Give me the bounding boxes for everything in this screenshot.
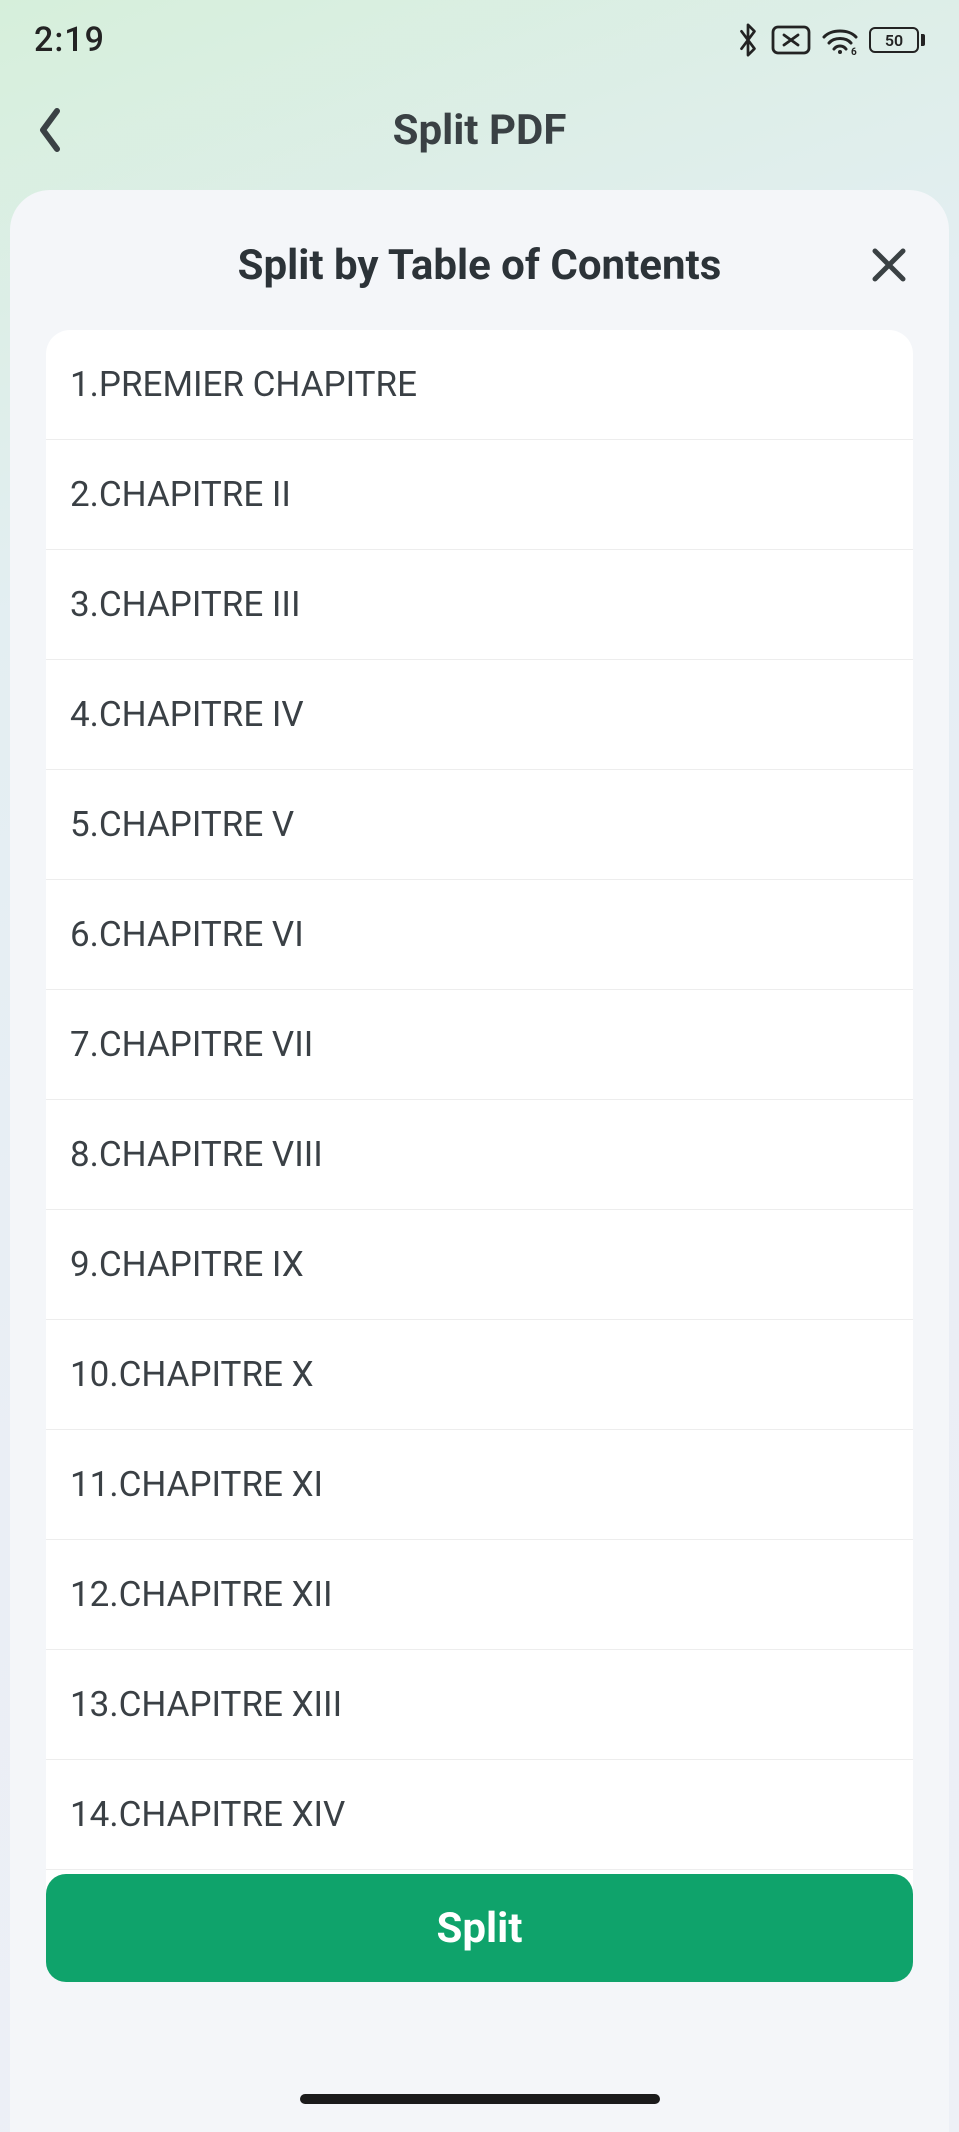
split-card: Split by Table of Contents 1.PREMIER CHA… bbox=[10, 190, 949, 2132]
card-title: Split by Table of Contents bbox=[238, 241, 722, 290]
battery-icon: 50 bbox=[869, 27, 925, 53]
toc-item[interactable]: 14.CHAPITRE XIV bbox=[46, 1760, 913, 1870]
status-icons: 6 50 bbox=[735, 22, 925, 58]
chevron-left-icon bbox=[35, 107, 65, 153]
toc-item[interactable]: 3.CHAPITRE III bbox=[46, 550, 913, 660]
bluetooth-icon bbox=[735, 22, 761, 58]
toc-item[interactable]: 12.CHAPITRE XII bbox=[46, 1540, 913, 1650]
toc-item[interactable]: 1.PREMIER CHAPITRE bbox=[46, 330, 913, 440]
status-bar: 2:19 6 50 bbox=[0, 0, 959, 80]
toc-item[interactable]: 9.CHAPITRE IX bbox=[46, 1210, 913, 1320]
status-time: 2:19 bbox=[34, 20, 105, 60]
screen-cast-icon bbox=[771, 25, 811, 55]
page-title: Split PDF bbox=[0, 106, 959, 155]
toc-item[interactable]: 8.CHAPITRE VIII bbox=[46, 1100, 913, 1210]
split-button[interactable]: Split bbox=[46, 1874, 913, 1982]
close-icon bbox=[869, 245, 909, 285]
toc-item[interactable]: 13.CHAPITRE XIII bbox=[46, 1650, 913, 1760]
close-button[interactable] bbox=[865, 241, 913, 289]
home-indicator[interactable] bbox=[300, 2094, 660, 2104]
back-button[interactable] bbox=[10, 80, 90, 180]
toc-item[interactable]: 6.CHAPITRE VI bbox=[46, 880, 913, 990]
battery-level: 50 bbox=[869, 27, 919, 53]
wifi-icon: 6 bbox=[821, 25, 859, 55]
app-bar: Split PDF bbox=[0, 80, 959, 180]
toc-item[interactable]: 4.CHAPITRE IV bbox=[46, 660, 913, 770]
toc-item[interactable]: 7.CHAPITRE VII bbox=[46, 990, 913, 1100]
toc-item[interactable]: 5.CHAPITRE V bbox=[46, 770, 913, 880]
svg-text:6: 6 bbox=[851, 47, 857, 55]
toc-item[interactable]: 2.CHAPITRE II bbox=[46, 440, 913, 550]
toc-item[interactable]: 11.CHAPITRE XI bbox=[46, 1430, 913, 1540]
toc-list: 1.PREMIER CHAPITRE 2.CHAPITRE II 3.CHAPI… bbox=[46, 330, 913, 1979]
toc-item[interactable]: 10.CHAPITRE X bbox=[46, 1320, 913, 1430]
card-header: Split by Table of Contents bbox=[10, 230, 949, 300]
